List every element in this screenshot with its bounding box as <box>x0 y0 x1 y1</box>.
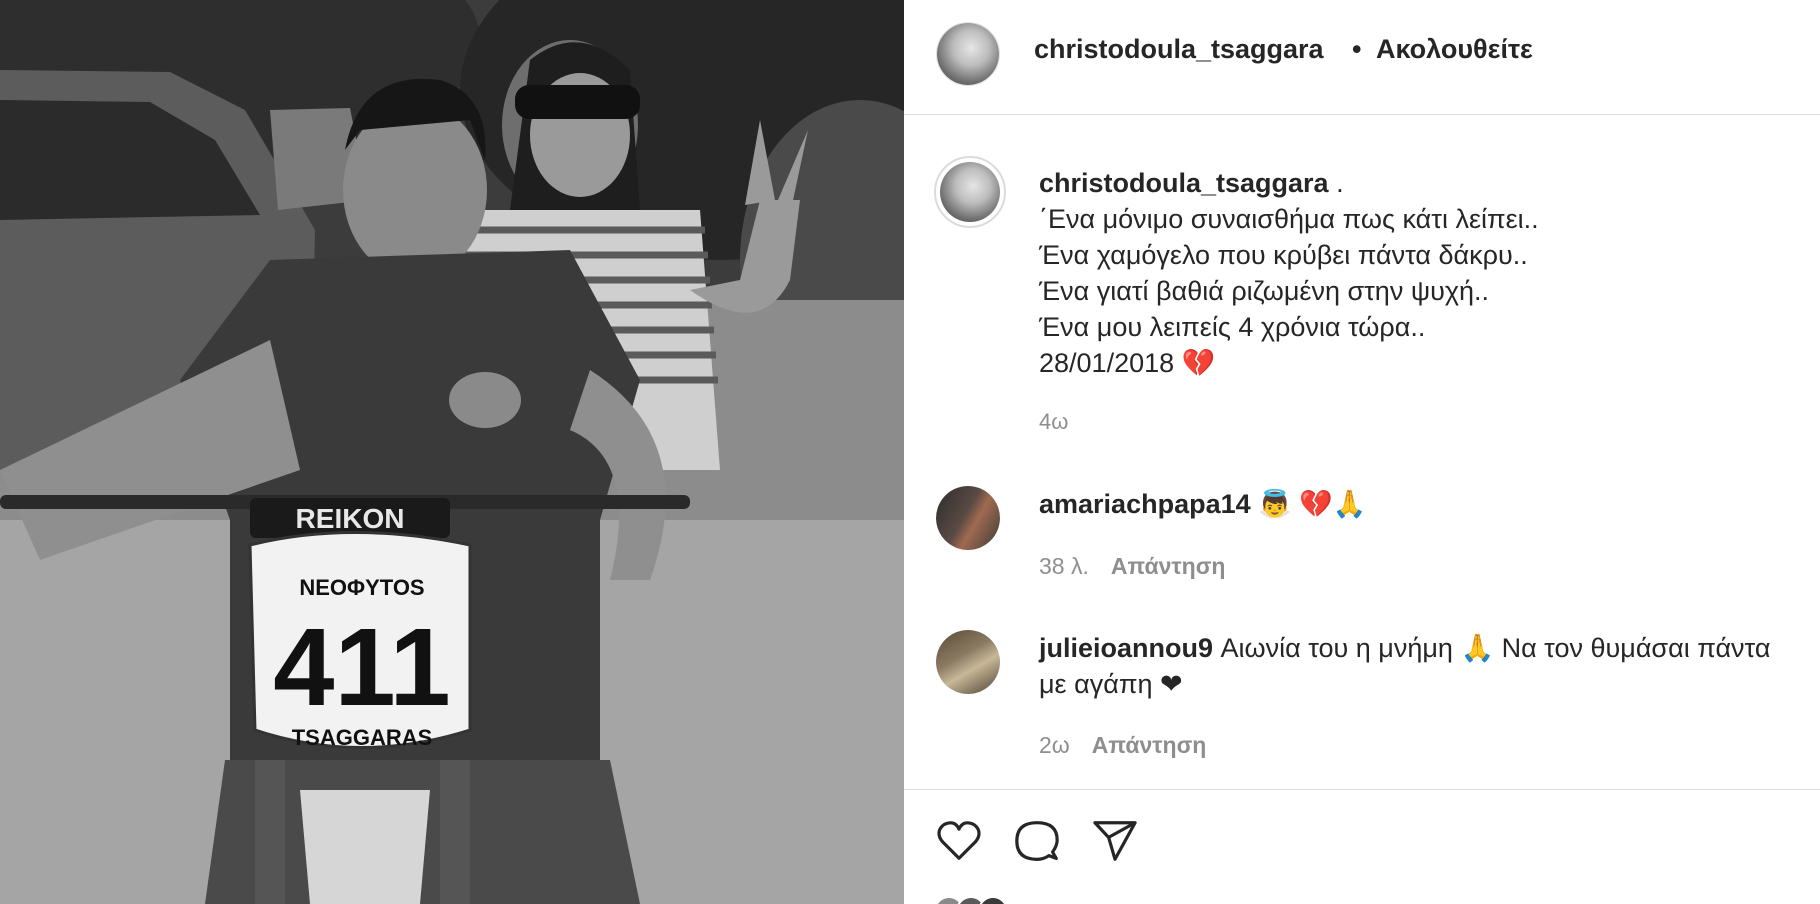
likers-avatars[interactable] <box>934 896 1008 904</box>
post-photo[interactable]: REIKON NEOΦYTOS 411 TSAGGARAS <box>0 0 904 904</box>
caption-username[interactable]: christodoula_tsaggara <box>1039 168 1329 198</box>
post-caption: christodoula_tsaggara . ΄Ενα μόνιμο συνα… <box>1039 165 1799 381</box>
comment-timestamp[interactable]: 2ω <box>1039 732 1070 758</box>
caption-line: Ένα γιατί βαθιά ριζωμένη στην ψυχή.. <box>1039 276 1490 306</box>
caption-line: Ένα χαμόγελο που κρύβει πάντα δάκρυ.. <box>1039 240 1528 270</box>
caption-suffix: . <box>1328 168 1344 198</box>
comment-button[interactable] <box>1014 818 1060 864</box>
comment-meta: 38 λ. Απάντηση <box>1039 553 1225 580</box>
following-button[interactable]: Ακολουθείτε <box>1376 34 1533 65</box>
plate-number-text: 411 <box>273 606 450 729</box>
post-side-panel: christodoula_tsaggara • Ακολουθείτε chri… <box>904 0 1820 904</box>
comment-meta: 2ω Απάντηση <box>1039 732 1206 759</box>
photo-illustration: REIKON NEOΦYTOS 411 TSAGGARAS <box>0 0 904 904</box>
like-button[interactable] <box>936 818 982 864</box>
comment-text-line2: με αγάπη ❤ <box>1039 669 1183 699</box>
comment-timestamp[interactable]: 38 λ. <box>1039 553 1089 579</box>
caption-avatar[interactable] <box>934 156 1006 228</box>
comment-item: amariachpapa14 👼 💔🙏 <box>1039 486 1809 522</box>
comment-text: 👼 💔🙏 <box>1250 489 1367 519</box>
heart-icon <box>937 821 981 860</box>
share-button[interactable] <box>1092 818 1138 864</box>
caption-timestamp[interactable]: 4ω <box>1039 409 1068 435</box>
comment-username[interactable]: julieioannou9 <box>1039 633 1213 663</box>
reply-button[interactable]: Απάντηση <box>1092 732 1207 758</box>
post-header: christodoula_tsaggara • Ακολουθείτε <box>904 0 1820 115</box>
comment-icon <box>1015 821 1059 861</box>
comment-avatar[interactable] <box>936 486 1000 550</box>
comment-text: Αιωνία του η μνήμη 🙏 Να τον θυμάσαι πάντ… <box>1213 633 1771 663</box>
header-username[interactable]: christodoula_tsaggara <box>1034 34 1324 65</box>
reply-button[interactable]: Απάντηση <box>1111 553 1226 579</box>
comment-username[interactable]: amariachpapa14 <box>1039 489 1251 519</box>
caption-line: ΄Ενα μόνιμο συναισθήμα πως κάτι λείπει.. <box>1039 204 1539 234</box>
caption-line: 28/01/2018 💔 <box>1039 348 1216 378</box>
post-actions <box>936 818 1138 864</box>
avatar[interactable] <box>936 22 1000 86</box>
header-separator: • <box>1352 34 1362 64</box>
plate-name-text: NEOΦYTOS <box>299 575 424 600</box>
divider <box>904 789 1820 790</box>
send-icon <box>1093 821 1137 861</box>
comment-avatar[interactable] <box>936 630 1000 694</box>
comment-item: julieioannou9 Αιωνία του η μνήμη 🙏 Να το… <box>1039 630 1809 702</box>
bike-brand-text: REIKON <box>296 503 405 534</box>
plate-surname-text: TSAGGARAS <box>292 725 433 750</box>
caption-line: Ένα μου λειπείς 4 χρόνια τώρα.. <box>1039 312 1426 342</box>
